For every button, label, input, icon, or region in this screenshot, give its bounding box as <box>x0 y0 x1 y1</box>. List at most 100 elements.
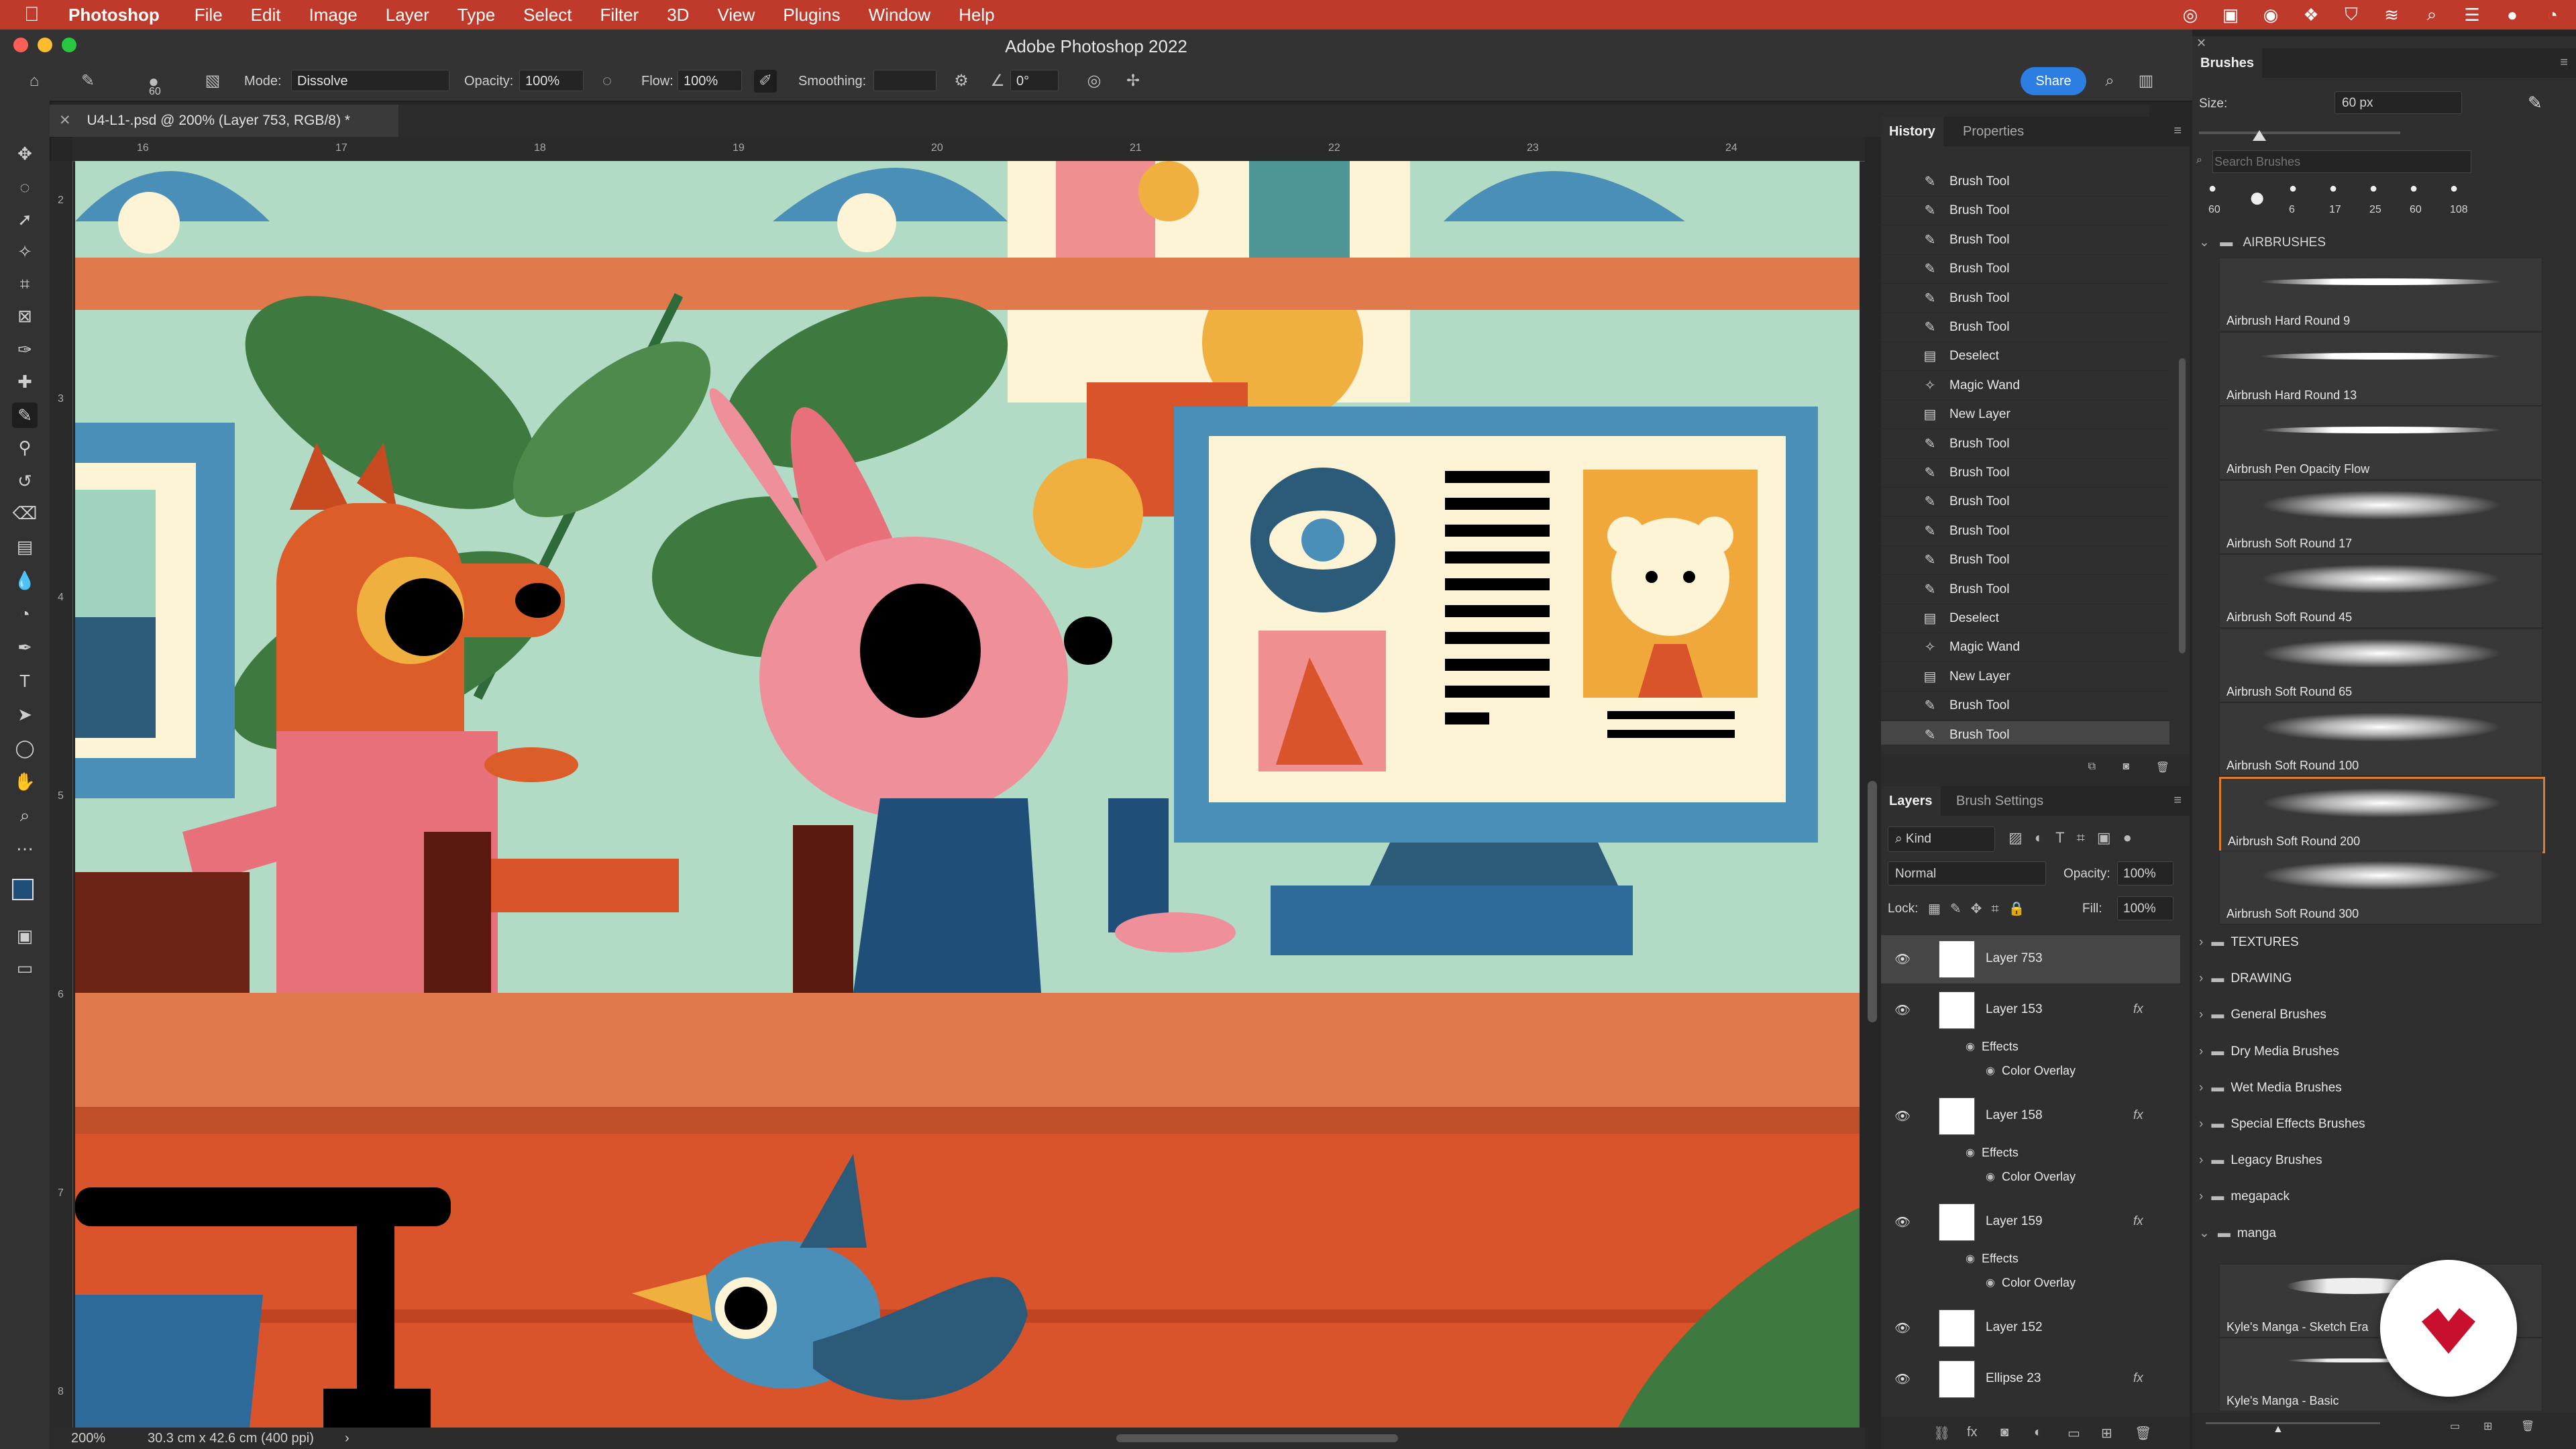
foreground-color-swatch[interactable] <box>12 879 34 900</box>
chevron-right-icon[interactable]: › <box>2199 1189 2203 1203</box>
siri-icon[interactable]: ● <box>2502 5 2522 25</box>
trash-icon[interactable]: 🗑 <box>2521 1419 2534 1433</box>
visibility-eye-icon[interactable]: 👁 <box>1894 1320 1911 1336</box>
layer-row[interactable]: 👁 Layer 153 fx <box>1881 986 2180 1034</box>
recent-brush-preset[interactable]: ● 6 <box>2279 177 2316 220</box>
history-item[interactable]: ✧ Magic Wand <box>1881 372 2169 400</box>
panel-menu-icon[interactable]: ≡ <box>2174 123 2182 139</box>
lock-icons[interactable]: ▦✎✥⌗🔒 <box>1928 900 2035 917</box>
panel-menu-icon[interactable]: ≡ <box>2560 55 2568 70</box>
flow-input[interactable]: 100% <box>678 70 742 91</box>
symmetry-icon[interactable]: ✢ <box>1122 70 1144 93</box>
brush-tool-preset-icon[interactable]: ✎ <box>76 70 99 93</box>
canvas-vertical-scrollbar[interactable] <box>1865 137 1880 1428</box>
gradient-tool-icon[interactable]: ▤ <box>12 534 38 559</box>
history-item[interactable]: ✎ Brush Tool <box>1881 546 2169 576</box>
eraser-tool-icon[interactable]: ⌫ <box>12 500 38 526</box>
brush-folder[interactable]: › ▬ TEXTURES <box>2192 924 2576 961</box>
brush-item[interactable]: Airbrush Hard Round 13 <box>2219 331 2542 406</box>
smoothing-input[interactable] <box>873 70 936 91</box>
wifi-icon[interactable]: ≋ <box>2381 5 2402 25</box>
app-menu[interactable]: Photoshop <box>68 5 160 25</box>
preview-size-handle[interactable]: ▲ <box>2273 1424 2284 1436</box>
menu-window[interactable]: Window <box>869 5 930 25</box>
kind-filter-select[interactable]: ⌕ Kind <box>1888 826 1995 852</box>
visibility-eye-icon[interactable]: 👁 <box>1894 1371 1911 1387</box>
document-tab[interactable]: ✕ U4-L1-.psd @ 200% (Layer 753, RGB/8) * <box>50 105 398 137</box>
link-layers-icon[interactable]: ⛓ <box>1933 1425 1950 1442</box>
menu-help[interactable]: Help <box>959 5 994 25</box>
creative-cloud-icon[interactable]: ◎ <box>2180 5 2200 25</box>
quick-mask-icon[interactable]: ▣ <box>12 923 38 949</box>
layer-thumbnail[interactable] <box>1939 1203 1975 1241</box>
layer-fx-badge[interactable]: fx <box>2133 1214 2143 1229</box>
zoom-tool-icon[interactable]: ⌕ <box>12 802 38 828</box>
close-panel-icon[interactable]: ✕ <box>2196 36 2206 50</box>
layer-filter-icons[interactable]: ▨◐T⌗▣● <box>2008 829 2144 847</box>
zoom-level[interactable]: 200% <box>71 1428 105 1449</box>
history-item[interactable]: ✎ Brush Tool <box>1881 197 2169 226</box>
chevron-right-icon[interactable]: › <box>345 1428 350 1449</box>
search-brushes-input[interactable] <box>2212 150 2471 173</box>
layer-thumbnail[interactable] <box>1939 941 1975 978</box>
visibility-eye-icon[interactable]: 👁 <box>1894 951 1911 967</box>
menu-type[interactable]: Type <box>458 5 495 25</box>
camera-icon[interactable]: ◙ <box>2123 761 2129 773</box>
healing-brush-tool-icon[interactable]: ✚ <box>12 369 38 394</box>
effect-visibility-icon[interactable]: ◉ <box>1986 1064 1995 1077</box>
search-icon[interactable]: ⌕ <box>2422 4 2442 25</box>
visibility-eye-icon[interactable]: 👁 <box>1894 1108 1911 1124</box>
chevron-right-icon[interactable]: › <box>2199 1117 2203 1131</box>
fx-icon[interactable]: fx <box>1967 1425 1978 1440</box>
type-tool-icon[interactable]: T <box>12 668 38 694</box>
chevron-right-icon[interactable]: › <box>2199 1044 2203 1059</box>
blend-mode-select[interactable]: Normal <box>1888 861 2046 885</box>
brush-folder[interactable]: › ▬ DRAWING <box>2192 961 2576 997</box>
recent-brush-preset[interactable]: ● 17 <box>2320 177 2356 220</box>
new-group-icon[interactable]: ▭ <box>2068 1425 2080 1442</box>
brush-item[interactable]: Airbrush Soft Round 300 <box>2219 851 2542 924</box>
opacity-input[interactable]: 100% <box>519 70 584 91</box>
crop-tool-icon[interactable]: ⌗ <box>12 271 38 297</box>
history-item[interactable]: ✎ Brush Tool <box>1881 226 2169 255</box>
history-item[interactable]: ✎ Brush Tool <box>1881 459 2169 488</box>
effect-visibility-icon[interactable]: ◉ <box>1986 1276 1995 1289</box>
size-slider-handle[interactable] <box>2253 130 2266 141</box>
chevron-right-icon[interactable]: › <box>2199 971 2203 985</box>
pen-tool-icon[interactable]: ✒ <box>12 635 38 660</box>
chevron-right-icon[interactable]: › <box>2199 935 2203 949</box>
layer-effect-row[interactable]: ◉ Effects <box>1881 1143 2180 1166</box>
new-layer-icon[interactable]: ⊞ <box>2101 1425 2112 1442</box>
fill-input[interactable]: 100% <box>2117 896 2174 920</box>
marquee-tool-icon[interactable]: ◌ <box>12 174 38 200</box>
brush-item[interactable]: Airbrush Soft Round 17 <box>2219 480 2542 554</box>
dropbox-icon[interactable]: ❖ <box>2301 5 2321 25</box>
eyedropper-tool-icon[interactable]: ✑ <box>12 337 38 362</box>
tab-brushes[interactable]: Brushes <box>2192 48 2263 78</box>
brush-folder[interactable]: › ▬ Wet Media Brushes <box>2192 1070 2576 1106</box>
layer-effect-row[interactable]: ◉ Color Overlay <box>1881 1273 2180 1296</box>
brush-item[interactable]: Airbrush Soft Round 45 <box>2219 554 2542 628</box>
airbrush-icon[interactable]: ✐ <box>754 70 777 93</box>
brush-item[interactable]: Airbrush Hard Round 9 <box>2219 258 2542 331</box>
path-selection-tool-icon[interactable]: ➤ <box>12 702 38 727</box>
tab-properties[interactable]: Properties <box>1955 117 2032 146</box>
history-brush-tool-icon[interactable]: ↺ <box>12 468 38 494</box>
chevron-right-icon[interactable]: › <box>2199 1153 2203 1167</box>
layer-name[interactable]: Ellipse 23 <box>1986 1371 2041 1386</box>
brush-item[interactable]: Airbrush Soft Round 65 <box>2219 628 2542 702</box>
menu-plugins[interactable]: Plugins <box>783 5 840 25</box>
layer-fx-badge[interactable]: fx <box>2133 1108 2143 1123</box>
blur-tool-icon[interactable]: 💧 <box>12 568 38 593</box>
history-item[interactable]: ✎ Brush Tool <box>1881 720 2169 745</box>
chevron-down-icon[interactable]: ⌄ <box>2199 1226 2210 1240</box>
layer-fx-badge[interactable]: fx <box>2133 1002 2143 1017</box>
history-scroll-thumb[interactable] <box>2179 358 2186 653</box>
pressure-size-icon[interactable]: ◎ <box>1083 70 1106 93</box>
screen-icon[interactable]: ▣ <box>2220 5 2241 25</box>
layer-thumbnail[interactable] <box>1939 1360 1975 1398</box>
history-item[interactable]: ▤ Deselect <box>1881 342 2169 372</box>
clone-stamp-tool-icon[interactable]: ⚲ <box>12 435 38 460</box>
frame-tool-icon[interactable]: ⊠ <box>12 303 38 329</box>
workspace-icon[interactable]: ▥ <box>2135 70 2157 93</box>
